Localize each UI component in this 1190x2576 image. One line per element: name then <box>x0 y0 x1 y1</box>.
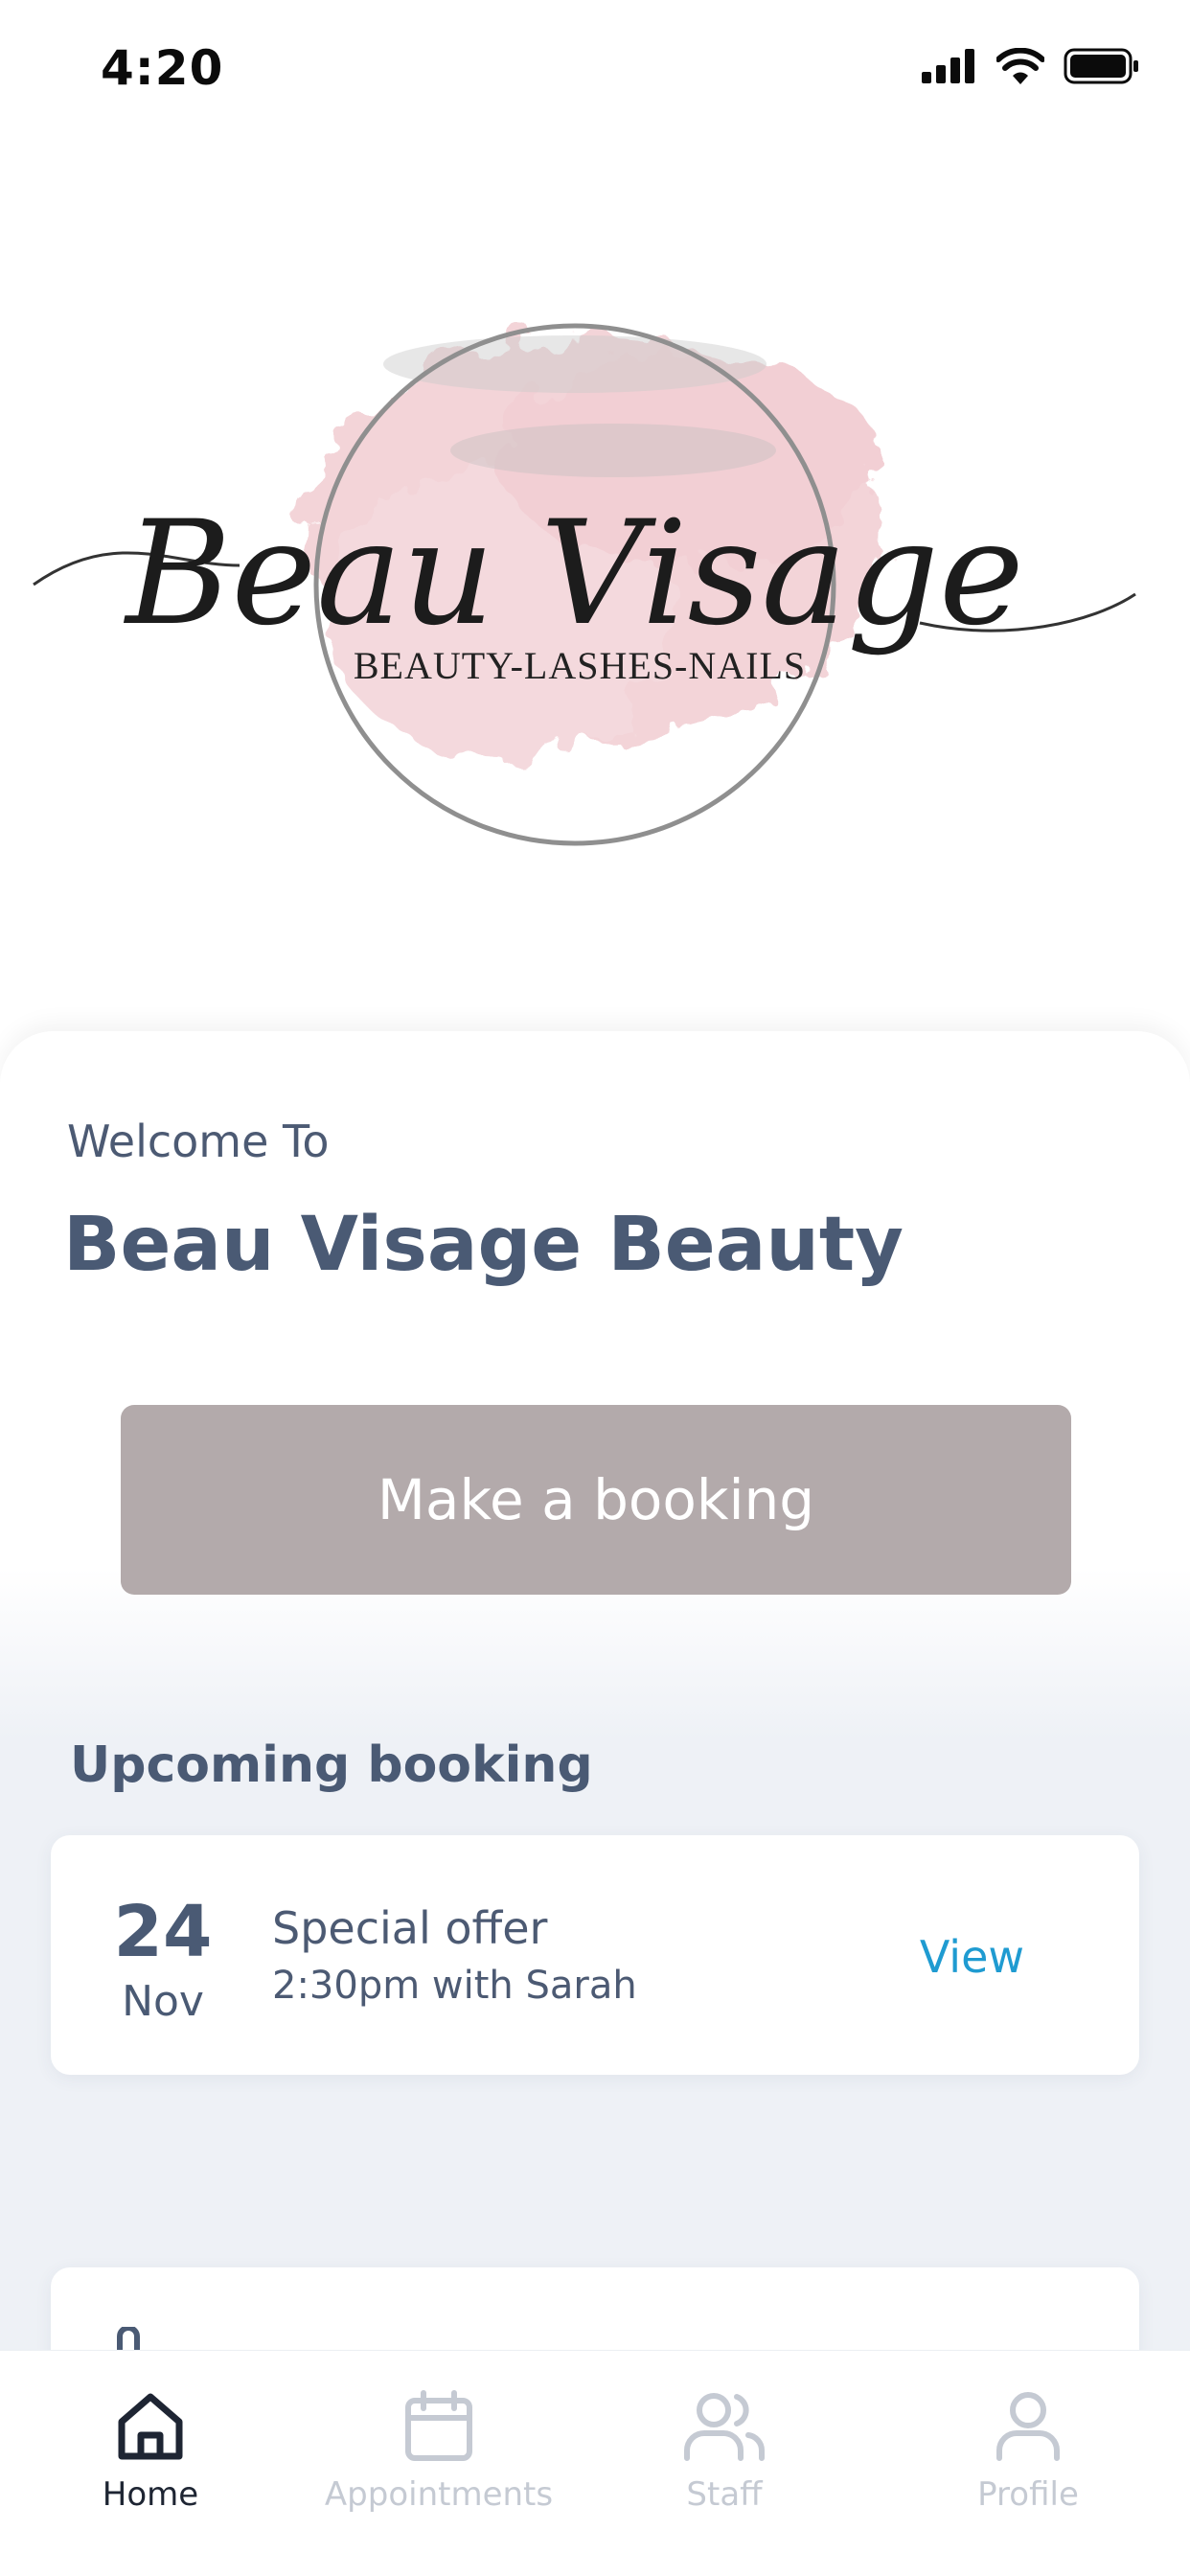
home-content: Welcome To Beau Visage Beauty Make a boo… <box>0 1031 1190 2576</box>
booking-time-staff: 2:30pm with Sarah <box>272 1964 637 2008</box>
upcoming-booking-card[interactable]: 24 Nov Special offer 2:30pm with Sarah V… <box>51 1835 1139 2075</box>
nav-profile[interactable]: Profile <box>894 2389 1162 2562</box>
battery-icon <box>1064 48 1138 84</box>
make-booking-button[interactable]: Make a booking <box>121 1405 1071 1595</box>
nav-appointments-label: Appointments <box>324 2475 554 2514</box>
nav-home-label: Home <box>102 2475 199 2514</box>
logo-tagline: BEAUTY-LASHES-NAILS <box>354 644 806 687</box>
logo-script-text: Beau Visage <box>123 491 1024 657</box>
nav-staff[interactable]: Staff <box>590 2389 858 2562</box>
users-icon <box>684 2393 766 2461</box>
nav-profile-label: Profile <box>977 2475 1079 2514</box>
nav-appointments[interactable]: Appointments <box>305 2389 573 2562</box>
status-bar: 4:20 <box>0 0 1190 144</box>
booking-date-month: Nov <box>122 1977 204 2026</box>
nav-home[interactable]: Home <box>16 2389 285 2562</box>
booking-service-name: Special offer <box>272 1902 548 1954</box>
status-icons <box>922 48 1140 84</box>
welcome-label: Welcome To <box>67 1116 330 1167</box>
business-logo: Beau Visage BEAUTY-LASHES-NAILS <box>0 220 1190 891</box>
business-name: Beau Visage Beauty <box>63 1202 904 1288</box>
signal-icon <box>922 49 974 83</box>
view-booking-link[interactable]: View <box>920 1931 1024 1983</box>
nav-staff-label: Staff <box>686 2475 763 2514</box>
bottom-navigation: Home Appointments Staff Profile <box>0 2350 1190 2576</box>
status-time: 4:20 <box>101 40 224 96</box>
calendar-icon <box>405 2390 472 2461</box>
home-icon <box>118 2393 183 2460</box>
upcoming-booking-title: Upcoming booking <box>70 1736 593 1794</box>
booking-date-day: 24 <box>113 1891 213 1973</box>
user-icon <box>996 2392 1060 2461</box>
app-screen: 4:20 Beau Visage BEAUTY-LASHES-NAILS Wel… <box>0 0 1190 2576</box>
wifi-icon <box>996 48 1044 84</box>
